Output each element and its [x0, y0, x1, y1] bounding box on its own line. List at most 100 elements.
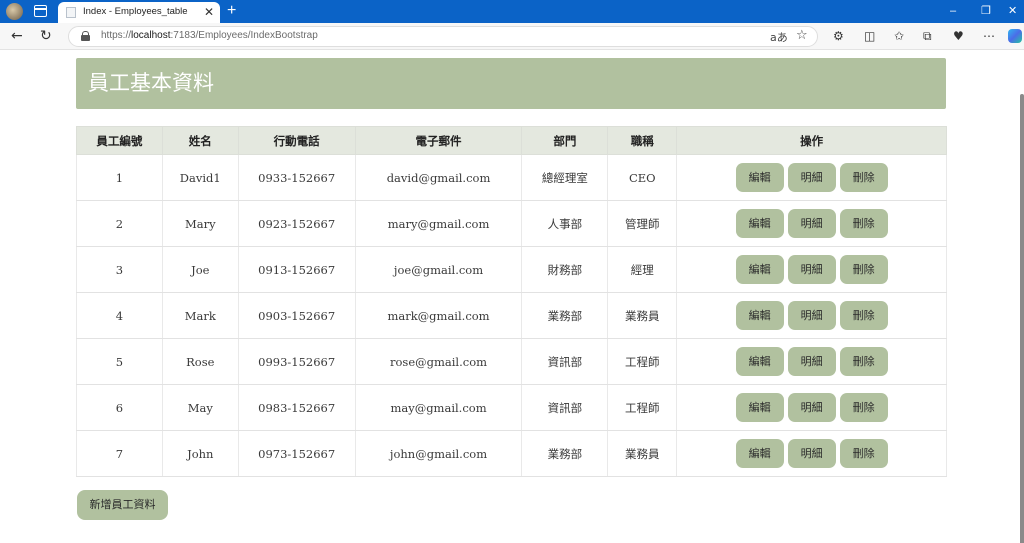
employees-table: 員工編號 姓名 行動電話 電子郵件 部門 職稱 操作 1 David1 0933…: [76, 126, 947, 477]
details-button[interactable]: 明細: [787, 347, 836, 376]
cell-actions: 編輯 明細 刪除: [676, 384, 947, 431]
close-window-button[interactable]: ✕: [1008, 3, 1017, 19]
cell-title: 經理: [607, 246, 678, 293]
cell-dept: 財務部: [521, 246, 609, 293]
browser-essentials-icon[interactable]: ♥: [953, 28, 964, 44]
column-header: 姓名: [161, 126, 239, 155]
table-row: 5 Rose 0993-152667 rose@gmail.com 資訊部 工程…: [76, 338, 947, 385]
column-header: 員工編號: [76, 126, 163, 155]
cell-id: 2: [76, 200, 163, 247]
cell-id: 4: [76, 292, 163, 339]
cell-dept: 業務部: [521, 430, 609, 477]
collections-icon[interactable]: ⧉: [923, 28, 932, 44]
split-screen-icon[interactable]: ◫: [864, 28, 875, 44]
edit-button[interactable]: 編輯: [735, 163, 784, 192]
cell-title: 工程師: [607, 384, 678, 431]
delete-button[interactable]: 刪除: [839, 209, 888, 238]
cell-title: 工程師: [607, 338, 678, 385]
read-aloud-icon[interactable]: aあ: [770, 29, 788, 45]
delete-button[interactable]: 刪除: [839, 393, 888, 422]
cell-actions: 編輯 明細 刪除: [676, 292, 947, 339]
address-bar[interactable]: https://localhost:7183/Employees/IndexBo…: [68, 26, 818, 47]
details-button[interactable]: 明細: [787, 439, 836, 468]
cell-name: Joe: [161, 246, 239, 293]
cell-phone: 0993-152667: [237, 338, 356, 385]
details-button[interactable]: 明細: [787, 301, 836, 330]
tab-title: Index - Employees_table: [83, 6, 188, 17]
more-menu-icon[interactable]: ⋯: [983, 28, 995, 44]
table-header: 員工編號 姓名 行動電話 電子郵件 部門 職稱 操作: [76, 126, 947, 155]
page-scrollbar[interactable]: [1014, 50, 1024, 543]
workspaces-icon[interactable]: [34, 5, 47, 17]
add-employee-button[interactable]: 新增員工資料: [77, 490, 168, 520]
scrollbar-thumb[interactable]: [1020, 94, 1024, 543]
column-header: 職稱: [607, 126, 678, 155]
edit-button[interactable]: 編輯: [735, 301, 784, 330]
column-header: 操作: [676, 126, 947, 155]
column-header: 部門: [521, 126, 609, 155]
url-path: :7183/Employees/IndexBootstrap: [170, 30, 318, 41]
cell-actions: 編輯 明細 刪除: [676, 430, 947, 477]
copilot-icon[interactable]: [1008, 29, 1022, 43]
delete-button[interactable]: 刪除: [839, 301, 888, 330]
cell-title: 業務員: [607, 292, 678, 339]
cell-phone: 0973-152667: [237, 430, 356, 477]
page-title: 員工基本資料: [88, 71, 214, 95]
favorite-star-icon[interactable]: ☆: [796, 28, 808, 43]
extensions-icon[interactable]: ⚙: [833, 28, 844, 44]
cell-phone: 0913-152667: [237, 246, 356, 293]
delete-button[interactable]: 刪除: [839, 255, 888, 284]
cell-title: 業務員: [607, 430, 678, 477]
table-row: 3 Joe 0913-152667 joe@gmail.com 財務部 經理 編…: [76, 246, 947, 293]
edit-button[interactable]: 編輯: [735, 439, 784, 468]
cell-title: 管理師: [607, 200, 678, 247]
delete-button[interactable]: 刪除: [839, 347, 888, 376]
cell-name: David1: [161, 154, 239, 201]
table-row: 2 Mary 0923-152667 mary@gmail.com 人事部 管理…: [76, 200, 947, 247]
table-row: 6 May 0983-152667 may@gmail.com 資訊部 工程師 …: [76, 384, 947, 431]
browser-tab[interactable]: Index - Employees_table ✕: [58, 2, 220, 23]
new-tab-button[interactable]: +: [227, 1, 236, 21]
edit-button[interactable]: 編輯: [735, 393, 784, 422]
cell-title: CEO: [607, 154, 678, 201]
cell-id: 5: [76, 338, 163, 385]
refresh-icon[interactable]: ↻: [40, 27, 52, 45]
restore-button[interactable]: ❐: [981, 3, 991, 19]
cell-id: 7: [76, 430, 163, 477]
cell-email: mark@gmail.com: [354, 292, 523, 339]
cell-id: 1: [76, 154, 163, 201]
details-button[interactable]: 明細: [787, 163, 836, 192]
cell-phone: 0923-152667: [237, 200, 356, 247]
table-header-row: 員工編號 姓名 行動電話 電子郵件 部門 職稱 操作: [76, 126, 947, 155]
delete-button[interactable]: 刪除: [839, 163, 888, 192]
cell-phone: 0903-152667: [237, 292, 356, 339]
cell-name: John: [161, 430, 239, 477]
details-button[interactable]: 明細: [787, 255, 836, 284]
url-host: localhost: [131, 30, 171, 41]
cell-actions: 編輯 明細 刪除: [676, 200, 947, 247]
favorites-icon[interactable]: ✩: [894, 28, 904, 44]
cell-actions: 編輯 明細 刪除: [676, 246, 947, 293]
cell-name: Mary: [161, 200, 239, 247]
edit-button[interactable]: 編輯: [735, 347, 784, 376]
cell-email: may@gmail.com: [354, 384, 523, 431]
edit-button[interactable]: 編輯: [735, 209, 784, 238]
browser-toolbar: ← ↻ https://localhost:7183/Employees/Ind…: [0, 23, 1024, 50]
details-button[interactable]: 明細: [787, 209, 836, 238]
table-row: 4 Mark 0903-152667 mark@gmail.com 業務部 業務…: [76, 292, 947, 339]
url-scheme: https://: [101, 30, 132, 41]
column-header: 行動電話: [237, 126, 356, 155]
cell-actions: 編輯 明細 刪除: [676, 154, 947, 201]
cell-dept: 業務部: [521, 292, 609, 339]
lock-icon[interactable]: [81, 31, 90, 41]
table-body: 1 David1 0933-152667 david@gmail.com 總經理…: [76, 154, 947, 477]
cell-dept: 總經理室: [521, 154, 609, 201]
details-button[interactable]: 明細: [787, 393, 836, 422]
profile-avatar-icon[interactable]: [6, 3, 23, 20]
back-arrow-icon[interactable]: ←: [11, 27, 23, 45]
tab-close-icon[interactable]: ✕: [204, 5, 214, 19]
edit-button[interactable]: 編輯: [735, 255, 784, 284]
delete-button[interactable]: 刪除: [839, 439, 888, 468]
cell-phone: 0933-152667: [237, 154, 356, 201]
minimize-button[interactable]: –: [950, 3, 956, 19]
